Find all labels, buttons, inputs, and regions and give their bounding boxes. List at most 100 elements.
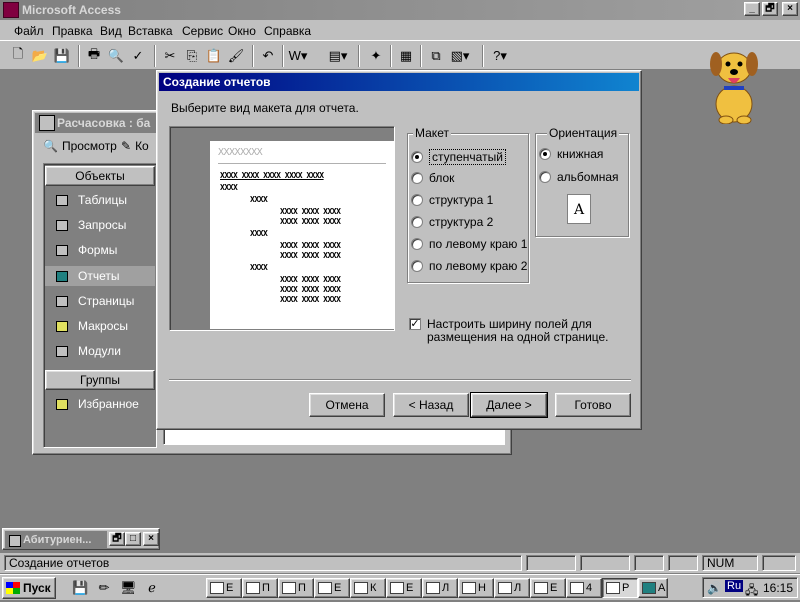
task-button[interactable]: А xyxy=(638,578,668,598)
code-icon[interactable]: ✦ xyxy=(366,46,386,66)
fit-width-checkbox[interactable]: ✓ Настроить ширину полей для размещения … xyxy=(409,318,609,344)
help-icon[interactable]: ?▾ xyxy=(490,46,510,66)
object-pages[interactable]: Страницы xyxy=(56,291,156,311)
database-icon xyxy=(39,115,55,131)
volume-icon[interactable]: 🔊 xyxy=(707,581,722,595)
layout-radio-left1[interactable]: по левому краю 1 xyxy=(411,237,527,251)
office-assistant-dog-icon[interactable] xyxy=(704,42,762,124)
maximize-button[interactable]: □ xyxy=(125,532,141,546)
back-button[interactable]: < Назад xyxy=(393,393,469,417)
relationships-icon[interactable]: ⧉ xyxy=(426,46,446,66)
analyze-icon[interactable]: ▤▾ xyxy=(328,46,348,66)
new-icon[interactable]: 🗋 xyxy=(8,46,28,66)
finish-button[interactable]: Готово xyxy=(555,393,631,417)
form-icon xyxy=(9,535,21,547)
menu-file[interactable]: Файл xyxy=(14,24,44,38)
task-button-active[interactable]: Р xyxy=(602,578,638,598)
task-button[interactable]: 4 xyxy=(566,578,602,598)
search-icon xyxy=(462,582,476,594)
menu-insert[interactable]: Вставка xyxy=(128,24,173,38)
format-painter-icon[interactable]: 🖌 xyxy=(226,46,246,66)
menu-edit[interactable]: Правка xyxy=(52,24,93,38)
task-button[interactable]: П xyxy=(242,578,278,598)
undo-icon[interactable]: ↶ xyxy=(258,46,278,66)
layout-radio-block[interactable]: блок xyxy=(411,171,454,185)
word-icon xyxy=(426,582,440,594)
task-button[interactable]: Е xyxy=(530,578,566,598)
radio-dot xyxy=(411,194,423,206)
word-icon xyxy=(354,582,368,594)
access-quicklaunch-icon[interactable]: 💾 xyxy=(72,580,88,596)
clock[interactable]: 16:15 xyxy=(763,581,793,595)
close-button[interactable]: × xyxy=(143,532,159,546)
new-object-icon[interactable]: ▧▾ xyxy=(450,46,470,66)
object-queries[interactable]: Запросы xyxy=(56,215,156,235)
menu-window[interactable]: Окно xyxy=(228,24,256,38)
object-forms[interactable]: Формы xyxy=(56,240,156,260)
layout-radio-outline2[interactable]: структура 2 xyxy=(411,215,493,229)
table-icon xyxy=(56,194,68,206)
spelling-icon[interactable]: ✓ xyxy=(128,46,148,66)
restore-button[interactable]: 🗗 xyxy=(109,532,125,546)
object-modules[interactable]: Модули xyxy=(56,341,156,361)
preview-row: XXXX XXXX XXXX xyxy=(280,275,341,284)
task-button[interactable]: Н xyxy=(458,578,494,598)
task-button[interactable]: П xyxy=(278,578,314,598)
layout-radio-left2[interactable]: по левому краю 2 xyxy=(411,259,527,273)
task-button[interactable]: Е xyxy=(314,578,350,598)
groups-header[interactable]: Группы xyxy=(45,370,155,390)
orientation-page-icon: A xyxy=(567,194,591,224)
menu-help[interactable]: Справка xyxy=(264,24,311,38)
radio-dot xyxy=(411,151,423,163)
object-bar: Объекты Таблицы Запросы Формы Отчеты Стр… xyxy=(43,163,157,448)
orientation-radio-portrait[interactable]: книжная xyxy=(539,147,603,161)
start-button[interactable]: Пуск xyxy=(2,577,56,599)
group-favorites[interactable]: Избранное xyxy=(56,394,156,414)
preview-button[interactable]: 🔍 Просмотр xyxy=(43,139,117,153)
save-icon[interactable]: 💾 xyxy=(52,46,72,66)
object-macros[interactable]: Макросы xyxy=(56,316,156,336)
preview-row: XXXX XXXX XXXX xyxy=(280,295,341,304)
next-button[interactable]: Далее > xyxy=(470,392,548,418)
task-button[interactable]: Л xyxy=(494,578,530,598)
close-button[interactable]: × xyxy=(782,2,798,16)
task-button[interactable]: К xyxy=(350,578,386,598)
desktop-quicklaunch-icon[interactable]: 🖥 xyxy=(120,580,137,596)
minimize-button[interactable]: _ xyxy=(744,2,760,16)
task-button[interactable]: Л xyxy=(422,578,458,598)
network-icon[interactable]: 🖧 xyxy=(745,581,758,602)
print-icon[interactable]: 🖶 xyxy=(84,46,104,66)
design-button[interactable]: ✎ Ко xyxy=(121,139,149,153)
cancel-button[interactable]: Отмена xyxy=(309,393,385,417)
properties-icon[interactable]: ▦ xyxy=(396,46,416,66)
print-preview-icon[interactable]: 🔍 xyxy=(106,46,126,66)
restore-button[interactable]: 🗗 xyxy=(762,2,778,16)
task-button[interactable]: Е xyxy=(386,578,422,598)
preview-page: XXXXXXXX XXXX XXXX XXXX XXXX XXXX XXXX X… xyxy=(210,141,394,329)
preview-row: XXXX XXXX XXXX xyxy=(280,241,341,250)
object-tables[interactable]: Таблицы xyxy=(56,190,156,210)
layout-radio-stepped[interactable]: ступенчатый xyxy=(411,149,506,165)
menu-view[interactable]: Вид xyxy=(100,24,122,38)
menu-bar: Файл Правка Вид Вставка Сервис Окно Спра… xyxy=(0,20,800,40)
open-icon[interactable]: 📂 xyxy=(30,46,50,66)
language-indicator[interactable]: Ru xyxy=(725,580,744,592)
pencil-quicklaunch-icon[interactable]: ✏ xyxy=(96,580,112,596)
word-icon xyxy=(570,582,584,594)
ie-quicklaunch-icon[interactable]: ℯ xyxy=(144,580,160,596)
minimized-window[interactable]: Абитуриен... 🗗 □ × xyxy=(2,528,160,550)
paste-icon[interactable]: 📋 xyxy=(204,46,224,66)
cut-icon[interactable]: ✂ xyxy=(160,46,180,66)
office-links-icon[interactable]: W▾ xyxy=(288,46,308,66)
layout-radio-outline1[interactable]: структура 1 xyxy=(411,193,493,207)
task-button[interactable]: Е xyxy=(206,578,242,598)
objects-header[interactable]: Объекты xyxy=(45,166,155,186)
macro-icon xyxy=(56,320,68,332)
object-reports[interactable]: Отчеты xyxy=(45,266,155,286)
menu-tools[interactable]: Сервис xyxy=(182,24,223,38)
favorites-icon xyxy=(56,398,68,410)
orientation-radio-landscape[interactable]: альбомная xyxy=(539,170,619,184)
copy-icon[interactable]: ⎘ xyxy=(182,46,202,66)
preview-columns: XXXX XXXX XXXX XXXX XXXX xyxy=(220,171,324,180)
layout-group-label: Макет xyxy=(413,126,451,140)
